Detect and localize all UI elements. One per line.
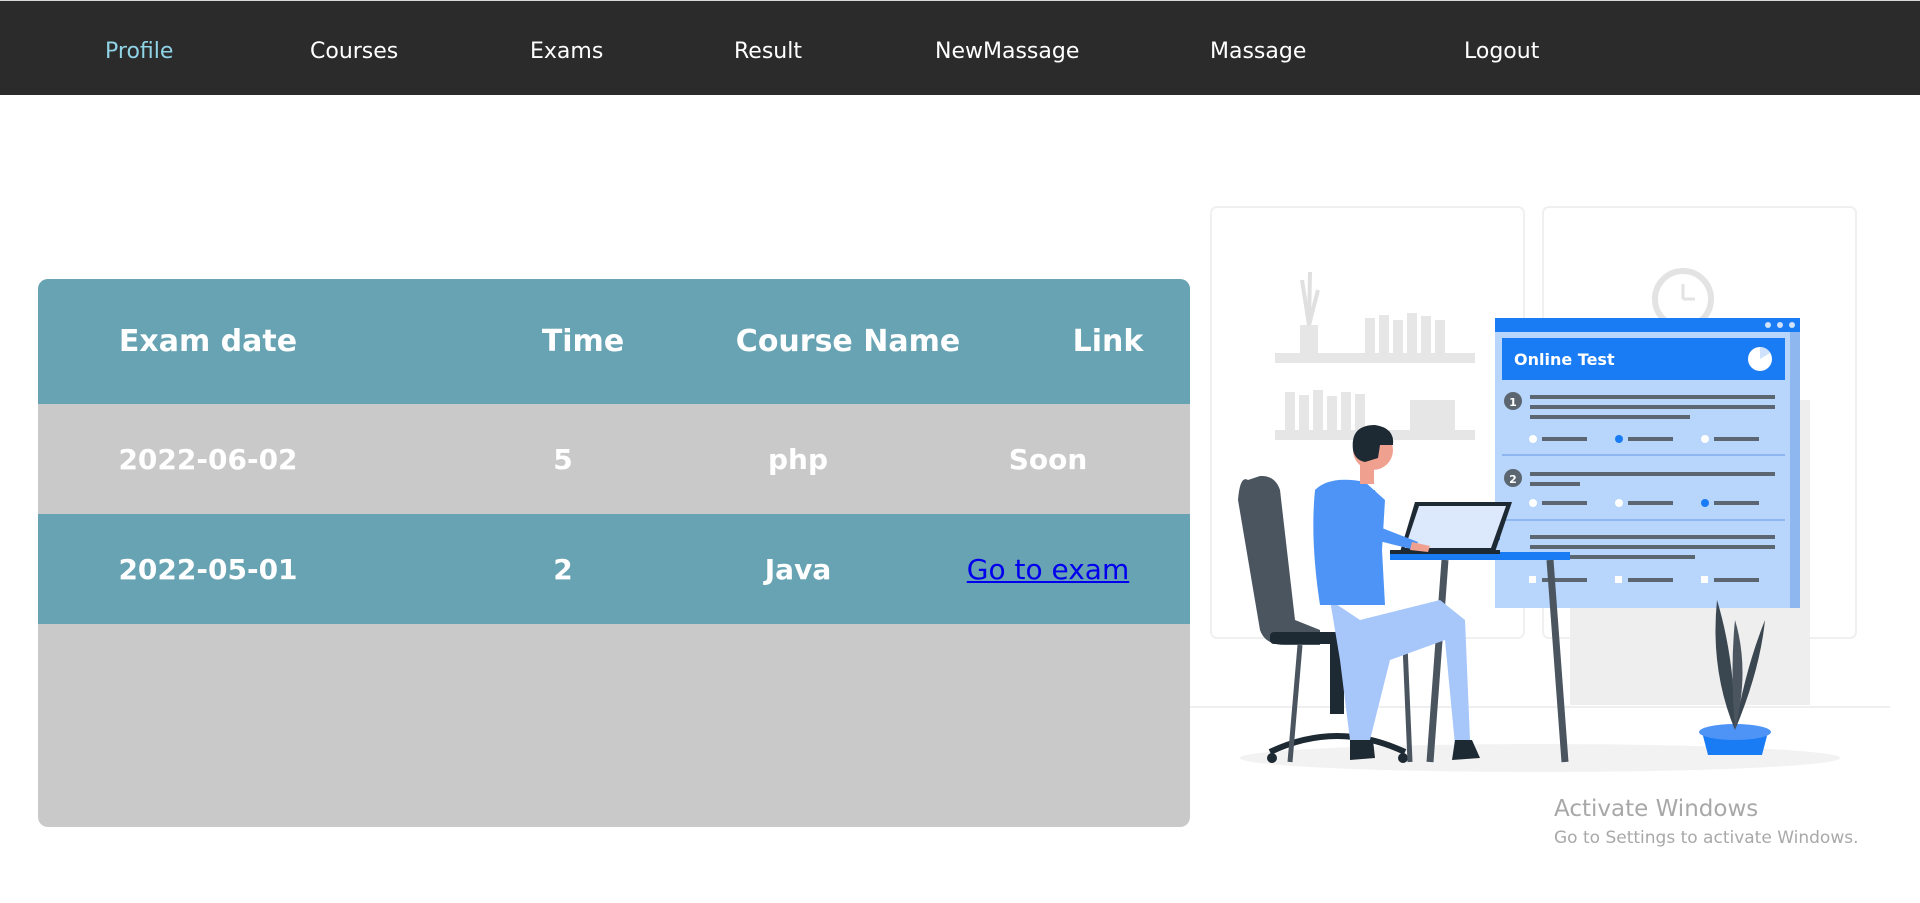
cell-link: Go to exam: [908, 514, 1188, 624]
nav-message[interactable]: Massage: [1210, 1, 1306, 96]
online-test-illustration: Online Test 1 2: [1190, 206, 1890, 772]
panel-title: Online Test: [1514, 350, 1615, 369]
go-to-exam-link[interactable]: Go to exam: [967, 553, 1129, 586]
watermark-title: Activate Windows: [1554, 796, 1759, 822]
nav-profile[interactable]: Profile: [105, 1, 173, 96]
nav-courses[interactable]: Courses: [310, 1, 398, 96]
nav-logout[interactable]: Logout: [1464, 1, 1539, 96]
header-link: Link: [1072, 324, 1144, 359]
cell-time: 2: [553, 552, 573, 586]
cell-exam-date: 2022-05-01: [118, 552, 298, 586]
cell-time: 5: [553, 442, 573, 476]
nav-result[interactable]: Result: [734, 1, 802, 96]
header-exam-date: Exam date: [118, 324, 298, 359]
question-number: 2: [1509, 473, 1517, 486]
shelves: [1275, 271, 1475, 440]
header-time: Time: [541, 324, 625, 359]
question-number: 1: [1509, 396, 1517, 409]
nav-exams[interactable]: Exams: [530, 1, 603, 96]
table-row: 2022-05-01 2 Java Go to exam: [38, 514, 1190, 624]
watermark-subtitle: Go to Settings to activate Windows.: [1554, 828, 1859, 848]
table-header-row: Exam date Time Course Name Link: [38, 279, 1190, 404]
header-course-name: Course Name: [735, 324, 961, 359]
nav-new-message[interactable]: NewMassage: [935, 1, 1079, 96]
online-test-panel: Online Test 1 2: [1495, 318, 1800, 608]
cell-link-status: Soon: [1008, 442, 1088, 476]
windows-activation-watermark: Activate Windows Go to Settings to activ…: [1554, 796, 1859, 848]
table-row: 2022-06-02 5 php Soon: [38, 404, 1190, 514]
exams-table: Exam date Time Course Name Link 2022-06-…: [38, 279, 1190, 827]
top-navbar: Profile Courses Exams Result NewMassage …: [0, 0, 1920, 95]
cell-exam-date: 2022-06-02: [118, 442, 298, 476]
